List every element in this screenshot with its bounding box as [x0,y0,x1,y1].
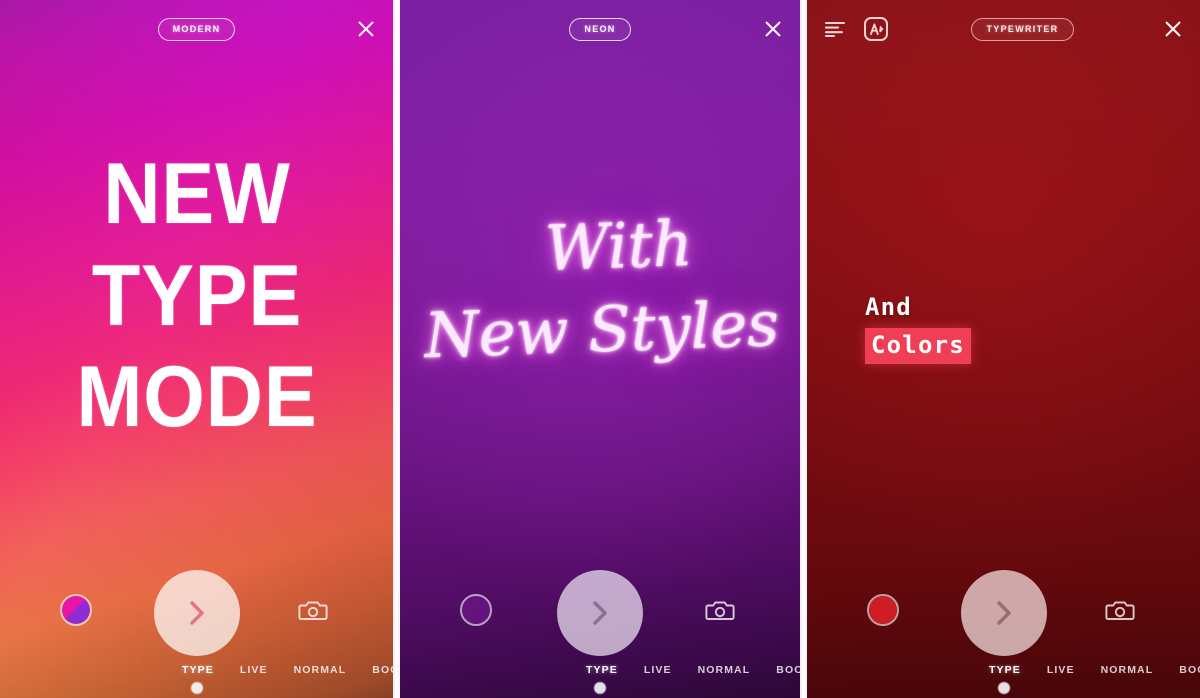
text-highlight-glyph [863,17,888,41]
mode-normal[interactable]: NORMAL [698,664,751,676]
header-left-typewriter [821,16,889,43]
mode-boomerang[interactable]: BOOMERANG [776,664,800,676]
story-panel-modern: MODERN NEW TYPE MODE TYPE LIVE NORMAL BO [0,0,393,698]
header-right-typewriter [1156,16,1186,42]
shutter-button[interactable] [153,570,240,656]
controls-row-typewriter [807,570,1200,656]
color-swatch-fill [62,596,90,624]
camera-flip-icon[interactable] [295,592,331,628]
panel-header-neon: NEON [400,0,800,58]
camera-flip-icon[interactable] [702,592,738,628]
chevron-right-icon [593,601,607,625]
color-swatch-fill [869,596,897,624]
panel-header-modern: MODERN [0,0,393,58]
story-text-line: New Styles [423,287,780,373]
style-pill-modern[interactable]: MODERN [157,17,236,41]
story-text-line-highlighted: Colors [865,327,971,365]
story-text-typewriter[interactable]: And Colors [865,292,971,365]
controls-row-neon [400,570,800,656]
close-icon[interactable] [1160,16,1186,42]
panel-divider [393,0,400,698]
bottom-bar-neon: TYPE LIVE NORMAL BOOMERANG [400,558,800,698]
instagram-type-mode-showcase: MODERN NEW TYPE MODE TYPE LIVE NORMAL BO… [0,0,1200,698]
canvas-neon[interactable]: With New Styles [400,58,800,563]
home-indicator [190,682,203,694]
style-pill-neon[interactable]: NEON [569,17,631,41]
header-center-modern: MODERN [44,17,349,41]
mode-selector-neon[interactable]: TYPE LIVE NORMAL BOOMERANG [400,664,800,676]
mode-selector-typewriter[interactable]: TYPE LIVE NORMAL BOOMERANG [807,664,1200,676]
story-text-line: And [865,293,912,321]
chevron-right-icon [189,601,204,625]
story-text-row: And [865,292,971,324]
mode-type[interactable]: TYPE [182,664,214,676]
close-icon[interactable] [760,16,786,42]
header-center-typewriter: TYPEWRITER [889,17,1156,41]
header-right-neon [756,16,786,42]
style-pill-typewriter[interactable]: TYPEWRITER [971,17,1074,41]
shutter-button[interactable] [557,570,643,656]
story-text-line: MODE [75,349,318,446]
mode-type[interactable]: TYPE [586,664,618,676]
text-align-left-icon[interactable] [821,16,848,43]
controls-row-modern [0,570,393,656]
bottom-bar-modern: TYPE LIVE NORMAL BOOMERANG [0,558,393,698]
home-indicator [997,682,1010,694]
mode-type[interactable]: TYPE [989,664,1021,676]
camera-flip-icon[interactable] [1102,592,1138,628]
mode-live[interactable]: LIVE [644,664,672,676]
color-swatch[interactable] [60,594,92,626]
story-panel-neon: NEON With New Styles TYPE LIVE NORMAL BO… [400,0,800,698]
story-text-row: Colors [865,327,971,365]
home-indicator [594,682,606,694]
close-icon[interactable] [353,16,379,42]
story-text-line: NEW [102,146,291,243]
story-text-modern: NEW TYPE MODE [76,144,317,448]
story-panel-typewriter: TYPEWRITER And Colors TYPE LIVE NORMAL B… [807,0,1200,698]
story-text-neon: With New Styles [420,201,780,376]
color-swatch[interactable] [867,594,899,626]
chevron-right-icon [996,601,1011,625]
mode-boomerang[interactable]: BOOMERANG [372,664,393,676]
story-text-line: TYPE [91,247,302,344]
mode-boomerang[interactable]: BOOMERANG [1179,664,1200,676]
header-right-modern [349,16,379,42]
panel-divider [800,0,807,698]
text-highlight-icon[interactable] [862,16,889,43]
mode-live[interactable]: LIVE [240,664,268,676]
canvas-modern[interactable]: NEW TYPE MODE [0,58,393,563]
color-swatch[interactable] [460,594,492,626]
color-swatch-fill [462,596,490,624]
mode-selector-modern[interactable]: TYPE LIVE NORMAL BOOMERANG [0,664,393,676]
mode-live[interactable]: LIVE [1047,664,1075,676]
story-text-line: With [543,206,694,286]
mode-normal[interactable]: NORMAL [294,664,347,676]
panel-header-typewriter: TYPEWRITER [807,0,1200,58]
mode-normal[interactable]: NORMAL [1101,664,1154,676]
bottom-bar-typewriter: TYPE LIVE NORMAL BOOMERANG [807,558,1200,698]
shutter-button[interactable] [960,570,1047,656]
header-center-neon: NEON [444,17,756,41]
